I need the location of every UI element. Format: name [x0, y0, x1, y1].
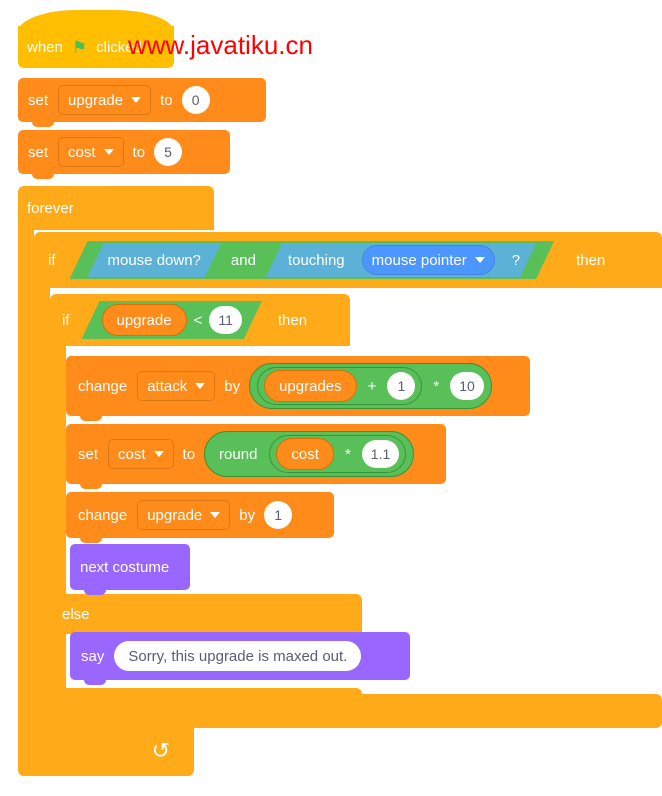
chevron-down-icon: [131, 97, 142, 103]
round-operator-block[interactable]: round cost * 1.1: [204, 431, 415, 477]
forever-left-spine: [18, 228, 34, 724]
set-cost-round-variable-value: cost: [118, 445, 146, 463]
multiply-operator-symbol: *: [433, 377, 440, 395]
mouse-down-sensing-block[interactable]: mouse down?: [88, 243, 221, 277]
chevron-down-icon: [195, 383, 206, 389]
if-upgrade-else-label: else: [62, 605, 90, 623]
round-multiply-operator-block[interactable]: cost * 1.1: [269, 435, 407, 473]
touching-target-value: mouse pointer: [371, 251, 467, 269]
if-upgrade-then-label: then: [277, 311, 308, 329]
change-attack-block[interactable]: change attack by upgrades + 1 * 10: [66, 356, 530, 421]
change-upgrade-value-input[interactable]: 1: [264, 501, 293, 529]
if-upgrade-left-spine-true: [50, 344, 66, 596]
multiply-operator-block[interactable]: upgrades + 1 * 10: [249, 363, 492, 409]
touching-verb-label: touching: [287, 251, 345, 269]
set-cost-round-to-label: to: [182, 445, 196, 463]
if-mouse-if-label: if: [48, 251, 56, 269]
set-cost-variable-value: cost: [68, 143, 96, 161]
set-cost-verb: set: [28, 143, 49, 161]
change-upgrade-variable-dropdown[interactable]: upgrade: [137, 500, 231, 530]
say-block[interactable]: say Sorry, this upgrade is maxed out.: [70, 632, 410, 685]
change-attack-by-label: by: [224, 377, 241, 395]
green-flag-icon: ⚑: [71, 37, 88, 57]
forever-block-body[interactable]: forever: [18, 186, 214, 230]
next-costume-label: next costume: [80, 558, 170, 576]
set-upgrade-value-input[interactable]: 0: [181, 86, 210, 114]
chevron-down-icon: [153, 451, 164, 457]
round-multiply-right-input[interactable]: 1.1: [361, 440, 400, 468]
set-cost-round-block[interactable]: set cost to round cost * 1.1: [66, 424, 446, 489]
chevron-down-icon: [103, 149, 114, 155]
say-verb: say: [81, 647, 105, 665]
add-operator-block[interactable]: upgrades + 1: [257, 367, 423, 405]
chevron-down-icon: [475, 257, 485, 263]
set-upgrade-variable-value: upgrade: [68, 91, 124, 109]
when-label: when: [27, 38, 63, 56]
multiply-right-input[interactable]: 10: [450, 372, 484, 400]
loop-arrow-icon: ↺: [151, 738, 170, 763]
round-function-label: round: [219, 445, 258, 463]
set-cost-round-verb: set: [78, 445, 99, 463]
touching-target-dropdown[interactable]: mouse pointer: [362, 245, 495, 275]
upgrades-variable-reporter[interactable]: upgrades: [264, 370, 357, 402]
and-left-slot: mouse down?: [74, 243, 221, 277]
and-operator-label: and: [230, 251, 256, 269]
clicked-label: clicked: [96, 38, 142, 56]
set-cost-value-input[interactable]: 5: [154, 138, 183, 166]
set-cost-block[interactable]: set cost to 5: [18, 130, 230, 179]
change-attack-variable-dropdown[interactable]: attack: [137, 371, 216, 401]
and-operator-block[interactable]: mouse down? and touching mouse pointer ?: [70, 241, 555, 279]
add-operator-symbol: +: [367, 377, 377, 395]
if-mouse-then-label: then: [576, 251, 606, 269]
change-upgrade-verb: change: [78, 506, 128, 524]
less-than-operator-block[interactable]: upgrade < 11: [82, 301, 262, 339]
add-right-input[interactable]: 1: [387, 372, 416, 400]
less-than-symbol: <: [193, 311, 203, 329]
change-upgrade-variable-value: upgrade: [147, 506, 203, 524]
set-cost-to-label: to: [132, 143, 146, 161]
set-upgrade-variable-dropdown[interactable]: upgrade: [58, 85, 152, 115]
change-upgrade-by-label: by: [239, 506, 256, 524]
next-costume-block[interactable]: next costume: [70, 544, 190, 595]
touching-sensing-block[interactable]: touching mouse pointer ?: [266, 243, 536, 277]
if-upgrade-block-header[interactable]: if upgrade < 11 then: [50, 294, 350, 346]
set-cost-round-variable-dropdown[interactable]: cost: [108, 439, 174, 469]
set-cost-variable-dropdown[interactable]: cost: [58, 137, 124, 167]
chevron-down-icon: [210, 512, 221, 518]
cost-variable-reporter[interactable]: cost: [276, 438, 334, 470]
round-multiply-symbol: *: [344, 445, 351, 463]
set-upgrade-verb: set: [28, 91, 49, 109]
if-upgrade-if-label: if: [62, 311, 70, 329]
touching-question-label: ?: [511, 251, 521, 269]
if-upgrade-foot[interactable]: [50, 688, 362, 718]
hat-block-dome: [18, 10, 174, 32]
if-upgrade-left-spine-false: [50, 630, 66, 690]
forever-label: forever: [27, 199, 74, 217]
if-mouse-block-header[interactable]: if mouse down? and touching mouse pointe…: [34, 232, 662, 288]
if-mouse-left-spine: [34, 286, 50, 696]
set-upgrade-block[interactable]: set upgrade to 0: [18, 78, 266, 127]
less-than-right-input[interactable]: 11: [209, 306, 242, 334]
if-upgrade-else-bar[interactable]: else: [50, 594, 362, 634]
change-attack-verb: change: [78, 377, 128, 395]
say-message-input[interactable]: Sorry, this upgrade is maxed out.: [114, 641, 362, 671]
when-flag-clicked-hat-block[interactable]: when ⚑ clicked: [18, 26, 174, 68]
forever-foot[interactable]: ↺: [18, 720, 194, 776]
change-upgrade-block[interactable]: change upgrade by 1: [66, 492, 334, 543]
change-attack-variable-value: attack: [147, 377, 188, 395]
set-upgrade-to-label: to: [160, 91, 173, 109]
upgrade-variable-reporter[interactable]: upgrade: [102, 304, 187, 336]
